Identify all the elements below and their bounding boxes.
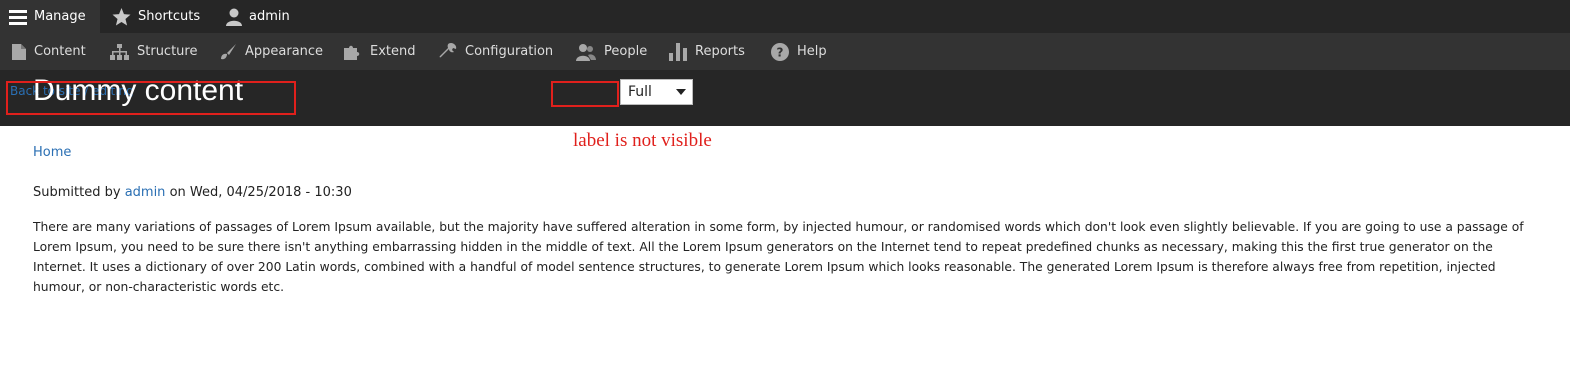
shortcuts-label: Shortcuts [138,9,201,24]
tray-item-configuration[interactable]: Configuration [439,33,553,70]
submitted-info: Submitted by admin on Wed, 04/25/2018 - … [33,185,352,200]
sitemap-icon [110,43,129,60]
tray-item-reports[interactable]: Reports [669,33,745,70]
tray-item-label: Appearance [245,44,324,59]
user-tab[interactable]: admin [226,0,290,33]
people-icon [576,43,596,61]
tray-item-label: Content [34,44,86,59]
admin-tray: Content Structure Appearance Extend Conf… [0,33,1570,70]
annotation-box-label [551,81,619,107]
node-body: There are many variations of passages of… [33,220,1524,294]
author-link[interactable]: admin [125,185,166,200]
submitted-date: on Wed, 04/25/2018 - 10:30 [169,185,352,200]
view-mode-select[interactable]: Full [620,79,693,105]
manage-tab[interactable]: Manage [0,0,100,33]
submitted-prefix: Submitted by [33,185,121,200]
tray-item-label: Reports [695,44,745,59]
chevron-down-icon [676,89,686,95]
tray-item-appearance[interactable]: Appearance [219,33,323,70]
tray-item-people[interactable]: People [576,33,647,70]
tray-item-label: Help [797,44,827,59]
svg-text:?: ? [777,45,784,59]
star-icon [112,7,131,26]
breadcrumb-home[interactable]: Home [33,145,71,160]
tray-item-content[interactable]: Content [12,33,86,70]
paintbrush-icon [221,43,236,59]
tray-item-label: Structure [137,44,198,59]
tray-item-extend[interactable]: Extend [344,33,416,70]
user-label: admin [249,9,290,24]
annotation-text: label is not visible [573,130,712,151]
tray-item-label: People [604,44,648,59]
user-icon [226,8,242,26]
help-icon: ? [771,42,789,61]
page-header: Back to site / editing Dummy content Ful… [0,70,1570,126]
annotation-box-title [6,81,296,115]
manage-label: Manage [34,9,86,24]
hamburger-icon [9,9,27,25]
bars-icon [669,42,687,61]
tray-item-label: Extend [370,44,416,59]
view-mode-value: Full [628,84,652,100]
file-icon [12,43,26,60]
tray-item-help[interactable]: ? Help [771,33,827,70]
admin-toolbar: Manage Shortcuts admin [0,0,1570,33]
tray-item-label: Configuration [465,44,554,59]
wrench-icon [439,42,457,57]
puzzle-icon [344,45,360,60]
shortcuts-tab[interactable]: Shortcuts [112,0,200,33]
tray-item-structure[interactable]: Structure [110,33,197,70]
